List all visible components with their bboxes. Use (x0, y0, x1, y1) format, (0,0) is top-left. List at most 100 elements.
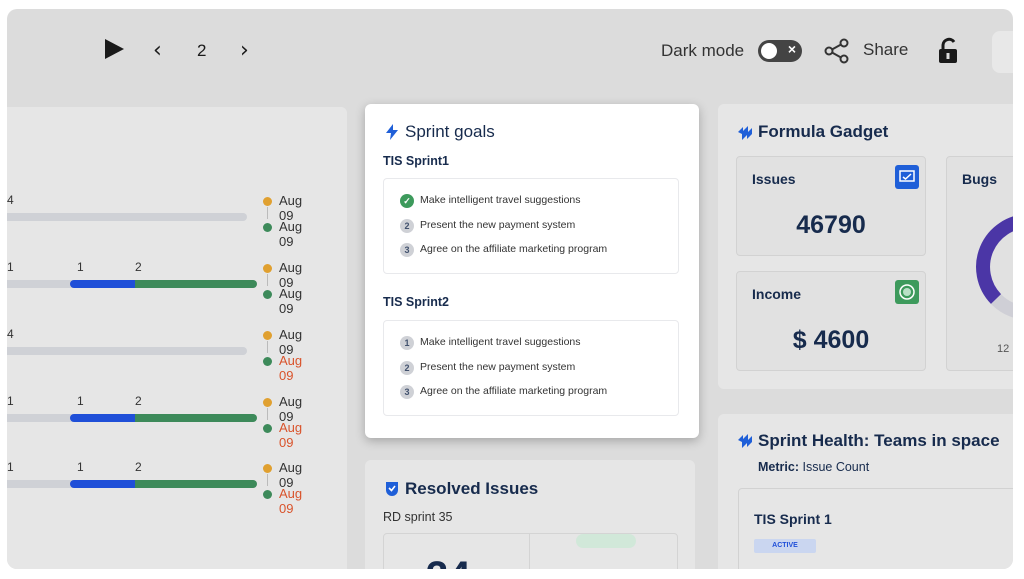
status-dot (263, 464, 272, 473)
progress-track (7, 213, 247, 221)
dashboard-frame: ‹ 2 › Dark mode × Share 4 Aug 09 Aug 09 … (7, 9, 1013, 569)
status-badge: ACTIVE (754, 539, 816, 553)
monitor-icon (895, 165, 919, 189)
dark-mode-toggle[interactable]: × (758, 40, 802, 62)
lightning-icon (386, 124, 398, 140)
goal-text: Present the new payment system (420, 361, 576, 373)
timeline-row: 1 1 2 Aug 09 Aug 09 (7, 260, 347, 316)
timeline-row: 4 Aug 09 Aug 09 (7, 193, 347, 249)
blue-label: 1 (77, 460, 84, 474)
end-date: Aug 09 (279, 219, 303, 249)
goal-text: Make intelligent travel suggestions (420, 336, 581, 348)
status-dot (263, 197, 272, 206)
status-dot (263, 290, 272, 299)
green-label: 2 (135, 260, 142, 274)
sprint-name: TIS Sprint2 (383, 295, 449, 309)
sprint-health-item[interactable]: TIS Sprint 1 ACTIVE (738, 488, 1013, 569)
end-date-late: Aug 09 (279, 486, 303, 516)
progress-blue-segment (70, 480, 135, 488)
goal-number: 1 (400, 336, 414, 350)
goal-list: 1 Make intelligent travel suggestions 2 … (383, 320, 679, 416)
bugs-tile[interactable]: Bugs 2 12 (946, 156, 1013, 371)
card-title: Sprint Health: Teams in space (758, 431, 1000, 450)
resolved-count: 34 (426, 554, 471, 569)
row-count: 4 (7, 327, 14, 341)
progress-track (7, 347, 247, 355)
goal-number: 2 (400, 361, 414, 375)
progress-blue-segment (70, 280, 135, 288)
dark-mode-label: Dark mode (661, 41, 745, 60)
status-dot (263, 398, 272, 407)
metric-value: Issue Count (802, 460, 870, 474)
page-number: 2 (197, 41, 207, 60)
progress-green-segment (135, 280, 257, 288)
end-date-late: Aug 09 (279, 420, 303, 450)
green-label: 2 (135, 460, 142, 474)
previous-page-button[interactable]: ‹ (153, 38, 162, 63)
shield-icon (386, 482, 398, 496)
goal-text: Agree on the affiliate marketing program (420, 385, 608, 397)
sprint-health-card[interactable]: Sprint Health: Teams in space Metric: Is… (718, 414, 1013, 569)
tile-value: 46790 (796, 211, 866, 239)
close-icon: × (787, 41, 796, 57)
sprint-label: RD sprint 35 (383, 510, 453, 524)
share-button[interactable]: Share (823, 37, 923, 65)
card-title: Resolved Issues (405, 479, 539, 498)
row-count: 1 (7, 260, 14, 274)
sprint-name: TIS Sprint 1 (754, 511, 832, 527)
goal-list: ✓ Make intelligent travel suggestions 2 … (383, 178, 679, 274)
card-title: Formula Gadget (758, 122, 889, 141)
change-badge (576, 534, 636, 548)
row-count: 1 (7, 460, 14, 474)
card-title: Sprint goals (405, 122, 495, 141)
progress-green-segment (135, 480, 257, 488)
goal-text: Agree on the affiliate marketing program (420, 243, 608, 255)
blue-label: 1 (77, 260, 84, 274)
status-dot (263, 223, 272, 232)
goal-number: 2 (400, 219, 414, 233)
row-count: 1 (7, 394, 14, 408)
gadget-icon (738, 434, 752, 448)
toggle-knob (761, 43, 777, 59)
metric-key: Metric: (758, 460, 799, 474)
end-date: Aug 09 (279, 286, 303, 316)
goal-text: Make intelligent travel suggestions (420, 194, 581, 206)
issues-tile[interactable]: Issues 46790 (736, 156, 926, 256)
gadget-icon (738, 126, 752, 140)
green-label: 2 (135, 394, 142, 408)
progress-blue-segment (70, 414, 135, 422)
progress-green-segment (135, 414, 257, 422)
tile-label: Issues (752, 171, 796, 187)
play-icon[interactable] (105, 39, 124, 59)
presentation-toolbar: ‹ 2 › Dark mode × Share (7, 9, 1013, 95)
status-dot (263, 424, 272, 433)
blue-label: 1 (77, 394, 84, 408)
goal-number: 3 (400, 385, 414, 399)
status-dot (263, 357, 272, 366)
tile-label: Bugs (962, 171, 997, 187)
sprint-goals-card[interactable]: Sprint goals TIS Sprint1 ✓ Make intellig… (365, 104, 699, 438)
resolved-stat: 34 (383, 533, 678, 569)
next-page-button[interactable]: › (240, 38, 249, 63)
status-dot (263, 264, 272, 273)
bugs-donut: 2 (976, 216, 1013, 318)
sprint-name: TIS Sprint1 (383, 154, 449, 168)
timeline-card: 4 Aug 09 Aug 09 1 1 2 Aug 09 Aug 09 4 Au… (7, 107, 347, 569)
timeline-row: 1 1 2 Aug 09 Aug 09 (7, 394, 347, 450)
bugs-footer: 12 (997, 343, 1010, 355)
check-icon: ✓ (400, 194, 414, 208)
row-count: 4 (7, 193, 14, 207)
timeline-row: 4 Aug 09 Aug 09 (7, 327, 347, 383)
tile-value: $ 4600 (792, 326, 870, 354)
settings-button[interactable] (992, 31, 1013, 73)
metric-label: Metric: Issue Count (758, 460, 869, 474)
share-label: Share (863, 40, 909, 59)
status-dot (263, 331, 272, 340)
formula-gadget-card[interactable]: Formula Gadget Issues 46790 Income $ 460… (718, 104, 1013, 389)
goal-text: Present the new payment system (420, 219, 576, 231)
lock-icon[interactable] (937, 37, 961, 70)
income-tile[interactable]: Income $ 4600 (736, 271, 926, 371)
resolved-issues-card[interactable]: Resolved Issues RD sprint 35 34 (365, 460, 695, 569)
share-icon (824, 38, 849, 64)
timeline-row: 1 1 2 Aug 09 Aug 09 (7, 460, 347, 516)
